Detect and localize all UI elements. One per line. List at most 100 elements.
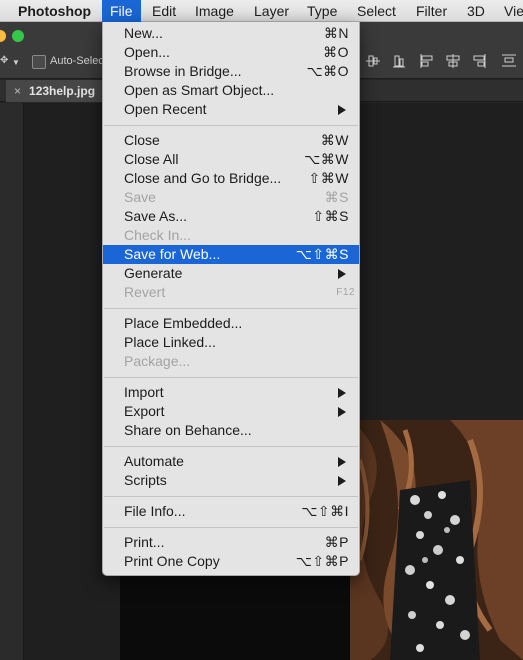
- menu-item-save-as[interactable]: Save As... ⇧⌘S: [103, 207, 359, 226]
- submenu-arrow-icon: [338, 457, 346, 467]
- shortcut-label: ⌥⇧⌘I: [301, 503, 349, 519]
- document-tab[interactable]: × 123help.jpg: [6, 80, 104, 102]
- menu-item-label: Check In...: [124, 227, 191, 243]
- menu-separator: [103, 371, 359, 383]
- shortcut-label: ⌘W: [320, 132, 349, 148]
- menu-item-label: File Info...: [124, 503, 186, 519]
- menu-item-generate[interactable]: Generate: [103, 264, 359, 283]
- menu-item-file-info[interactable]: File Info... ⌥⇧⌘I: [103, 502, 359, 521]
- menu-separator: [103, 302, 359, 314]
- shortcut-label: ⌥⇧⌘P: [295, 553, 349, 569]
- menu-item-label: Automate: [124, 453, 184, 469]
- menu-item-export[interactable]: Export: [103, 402, 359, 421]
- shortcut-label: ⌥⌘W: [304, 151, 349, 167]
- menu-item-label: Close: [124, 132, 160, 148]
- menu-edit[interactable]: Edit: [144, 0, 184, 22]
- align-right-icon[interactable]: [470, 52, 488, 70]
- auto-select-checkbox[interactable]: [32, 55, 46, 69]
- menu-item-new[interactable]: New... ⌘N: [103, 24, 359, 43]
- menu-item-label: Place Linked...: [124, 334, 216, 350]
- menu-separator: [103, 440, 359, 452]
- submenu-arrow-icon: [338, 407, 346, 417]
- menu-item-close-and-go-to-bridge[interactable]: Close and Go to Bridge... ⇧⌘W: [103, 169, 359, 188]
- menu-select[interactable]: Select: [349, 0, 404, 22]
- menu-item-save: Save ⌘S: [103, 188, 359, 207]
- menu-item-label: Open...: [124, 44, 170, 60]
- menu-separator: [103, 119, 359, 131]
- align-top-icon[interactable]: [364, 52, 382, 70]
- menu-item-close-all[interactable]: Close All ⌥⌘W: [103, 150, 359, 169]
- menu-layer[interactable]: Layer: [246, 0, 297, 22]
- menu-item-print-one-copy[interactable]: Print One Copy ⌥⇧⌘P: [103, 552, 359, 571]
- document-image: [350, 420, 523, 660]
- shortcut-label: ⌘O: [323, 44, 349, 60]
- menu-item-open-recent[interactable]: Open Recent: [103, 100, 359, 119]
- shortcut-label: ⇧⌘W: [308, 170, 349, 186]
- menu-item-label: Scripts: [124, 472, 167, 488]
- menu-filter[interactable]: Filter: [408, 0, 455, 22]
- submenu-arrow-icon: [338, 105, 346, 115]
- chevron-down-icon[interactable]: ▼: [12, 58, 20, 67]
- menu-item-check-in: Check In...: [103, 226, 359, 245]
- align-left-icon[interactable]: [418, 52, 436, 70]
- menu-item-label: Print One Copy: [124, 553, 220, 569]
- menu-item-label: Share on Behance...: [124, 422, 252, 438]
- menu-item-label: Print...: [124, 534, 165, 550]
- menu-item-save-for-web[interactable]: Save for Web... ⌥⇧⌘S: [103, 245, 359, 264]
- menu-separator: [103, 490, 359, 502]
- align-center-icon[interactable]: [444, 52, 462, 70]
- menu-item-open[interactable]: Open... ⌘O: [103, 43, 359, 62]
- menu-file[interactable]: File: [102, 0, 141, 22]
- file-menu: New... ⌘N Open... ⌘O Browse in Bridge... ⌥⌘…: [102, 22, 360, 576]
- distribute-icon[interactable]: [500, 52, 518, 70]
- menu-item-label: Save As...: [124, 208, 188, 224]
- menu-bar: Photoshop File Edit Image Layer Type Sel…: [0, 0, 523, 22]
- submenu-arrow-icon: [338, 476, 346, 486]
- shortcut-label: ⌥⌘O: [306, 63, 349, 79]
- auto-select-label: Auto-Select: [50, 55, 107, 67]
- menu-item-label: New...: [124, 25, 163, 41]
- shortcut-label: ⌘S: [324, 189, 349, 205]
- menu-item-close[interactable]: Close ⌘W: [103, 131, 359, 150]
- menu-item-place-embedded[interactable]: Place Embedded...: [103, 314, 359, 333]
- zoom-window-button[interactable]: [12, 30, 24, 42]
- menu-type[interactable]: Type: [299, 0, 345, 22]
- menu-item-label: Browse in Bridge...: [124, 63, 242, 79]
- minimize-window-button[interactable]: [0, 30, 6, 42]
- align-bottom-icon[interactable]: [390, 52, 408, 70]
- menu-photoshop[interactable]: Photoshop: [10, 0, 99, 22]
- shortcut-label: ⌥⇧⌘S: [295, 246, 349, 262]
- document-title: 123help.jpg: [29, 84, 96, 98]
- menu-item-revert: Revert F12: [103, 283, 359, 302]
- menu-item-label: Open Recent: [124, 101, 207, 117]
- menu-view[interactable]: Vie: [496, 0, 523, 22]
- menu-item-label: Generate: [124, 265, 183, 281]
- menu-item-label: Place Embedded...: [124, 315, 243, 331]
- menu-3d[interactable]: 3D: [459, 0, 493, 22]
- menu-item-open-as-smart-object[interactable]: Open as Smart Object...: [103, 81, 359, 100]
- tool-preset-icon[interactable]: ✥: [0, 55, 8, 66]
- submenu-arrow-icon: [338, 388, 346, 398]
- shortcut-label: ⌘P: [324, 534, 349, 550]
- menu-item-scripts[interactable]: Scripts: [103, 471, 359, 490]
- menu-item-label: Export: [124, 403, 165, 419]
- menu-item-label: Close All: [124, 151, 179, 167]
- menu-item-package: Package...: [103, 352, 359, 371]
- menu-item-automate[interactable]: Automate: [103, 452, 359, 471]
- menu-item-place-linked[interactable]: Place Linked...: [103, 333, 359, 352]
- menu-item-import[interactable]: Import: [103, 383, 359, 402]
- menu-item-browse-in-bridge[interactable]: Browse in Bridge... ⌥⌘O: [103, 62, 359, 81]
- menu-item-label: Revert: [124, 284, 166, 300]
- shortcut-label: ⇧⌘S: [312, 208, 349, 224]
- submenu-arrow-icon: [338, 269, 346, 279]
- menu-item-label: Close and Go to Bridge...: [124, 170, 282, 186]
- shortcut-label: F12: [336, 287, 355, 298]
- menu-image[interactable]: Image: [187, 0, 242, 22]
- close-tab-icon[interactable]: ×: [14, 84, 21, 98]
- menu-item-share-on-behance[interactable]: Share on Behance...: [103, 421, 359, 440]
- menu-item-label: Import: [124, 384, 164, 400]
- shortcut-label: ⌘N: [323, 25, 349, 41]
- menu-item-label: Save for Web...: [124, 246, 221, 262]
- menu-separator: [103, 521, 359, 533]
- menu-item-print[interactable]: Print... ⌘P: [103, 533, 359, 552]
